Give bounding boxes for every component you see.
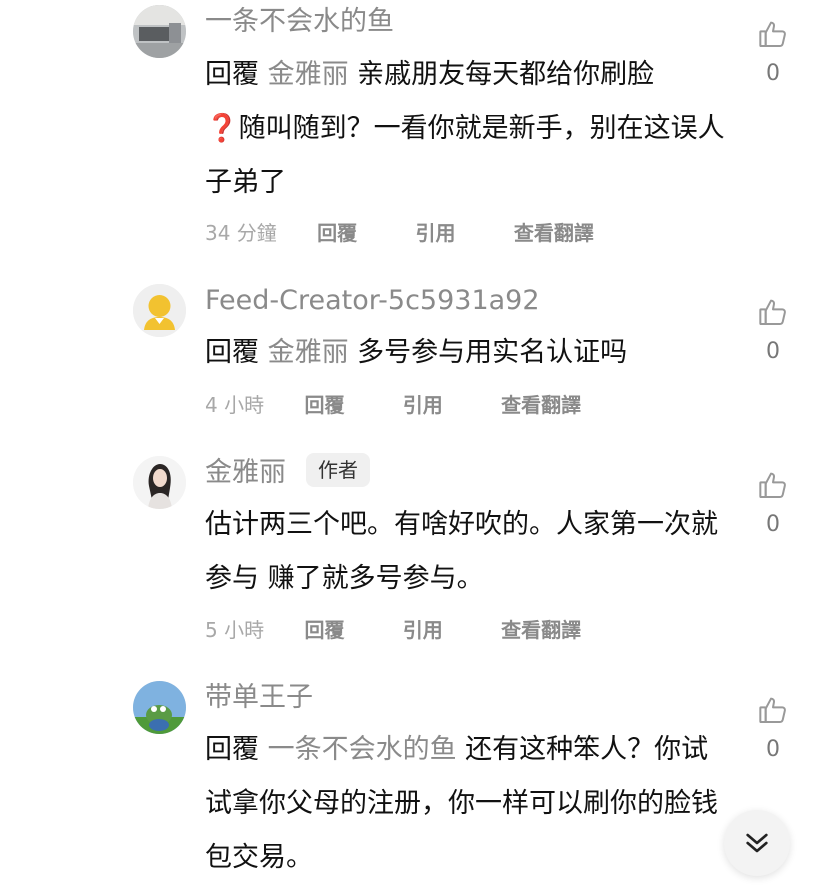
default-user-icon (133, 284, 186, 337)
avatar[interactable] (133, 456, 186, 509)
username[interactable]: 金雅丽 (205, 456, 286, 490)
mention-link[interactable]: 一条不会水的鱼 (268, 734, 457, 765)
comment-meta: 4 小時 回覆 引用 查看翻譯 (205, 391, 581, 419)
comment-meta: 5 小時 回覆 引用 查看翻譯 (205, 616, 581, 644)
reply-button[interactable]: 回覆 (304, 393, 344, 417)
comment-text: 回覆 金雅丽 多号参与用实名认证吗 (205, 326, 735, 380)
comment-text-part: 亲戚朋友每天都给你刷脸 (348, 59, 655, 90)
like-count: 0 (766, 339, 780, 364)
quote-button[interactable]: 引用 (416, 221, 456, 245)
thumbs-up-icon (759, 299, 786, 325)
like-button[interactable]: 0 (754, 296, 792, 364)
reply-button[interactable]: 回覆 (304, 618, 344, 642)
like-count: 0 (766, 61, 780, 86)
username[interactable]: 带单王子 (205, 681, 313, 715)
mention-link[interactable]: 金雅丽 (268, 337, 349, 368)
avatar[interactable] (133, 284, 186, 337)
profile-photo-icon (133, 456, 186, 509)
thumbs-up-icon (759, 21, 786, 47)
thumbs-up-icon (759, 472, 786, 498)
like-count: 0 (766, 512, 780, 537)
avatar[interactable] (133, 681, 186, 734)
comment-text: 回覆 一条不会水的鱼 还有这种笨人？你试试拿你父母的注册，你一样可以刷你的脸钱包… (205, 723, 735, 885)
reply-prefix: 回覆 (205, 59, 259, 90)
comment-text-part: 多号参与用实名认证吗 (348, 337, 628, 368)
reply-prefix: 回覆 (205, 337, 259, 368)
like-button[interactable]: 0 (754, 469, 792, 537)
like-count: 0 (766, 737, 780, 762)
like-button[interactable]: 0 (754, 694, 792, 762)
quote-button[interactable]: 引用 (403, 393, 443, 417)
like-button[interactable]: 0 (754, 18, 792, 86)
username[interactable]: Feed-Creator-5c5931a92 (205, 284, 540, 318)
reply-button[interactable]: 回覆 (317, 221, 357, 245)
translate-button[interactable]: 查看翻譯 (501, 393, 581, 417)
mention-link[interactable]: 金雅丽 (268, 59, 349, 90)
scroll-down-button[interactable] (724, 810, 790, 876)
frog-avatar-icon (133, 681, 186, 734)
room-photo-icon (133, 5, 186, 58)
timestamp: 5 小時 (205, 618, 265, 642)
translate-button[interactable]: 查看翻譯 (501, 618, 581, 642)
comment-text-part: 随叫随到？一看你就是新手，别在这误人子弟了 (205, 113, 725, 198)
username[interactable]: 一条不会水的鱼 (205, 5, 394, 39)
reply-prefix: 回覆 (205, 734, 259, 765)
comment-meta: 34 分鐘 回覆 引用 查看翻譯 (205, 219, 594, 247)
comment-text: 回覆 金雅丽 亲戚朋友每天都给你刷脸 ❓随叫随到？一看你就是新手，别在这误人子弟… (205, 48, 735, 210)
translate-button[interactable]: 查看翻譯 (514, 221, 594, 245)
quote-button[interactable]: 引用 (403, 618, 443, 642)
timestamp: 4 小時 (205, 393, 265, 417)
comment-text: 估计两三个吧。有啥好吹的。人家第一次就参与 赚了就多号参与。 (205, 509, 718, 594)
avatar[interactable] (133, 5, 186, 58)
thumbs-up-icon (759, 697, 786, 723)
author-badge: 作者 (306, 453, 370, 487)
question-emoji: ❓ (205, 113, 239, 144)
double-chevron-down-icon (746, 833, 768, 853)
timestamp: 34 分鐘 (205, 221, 277, 245)
